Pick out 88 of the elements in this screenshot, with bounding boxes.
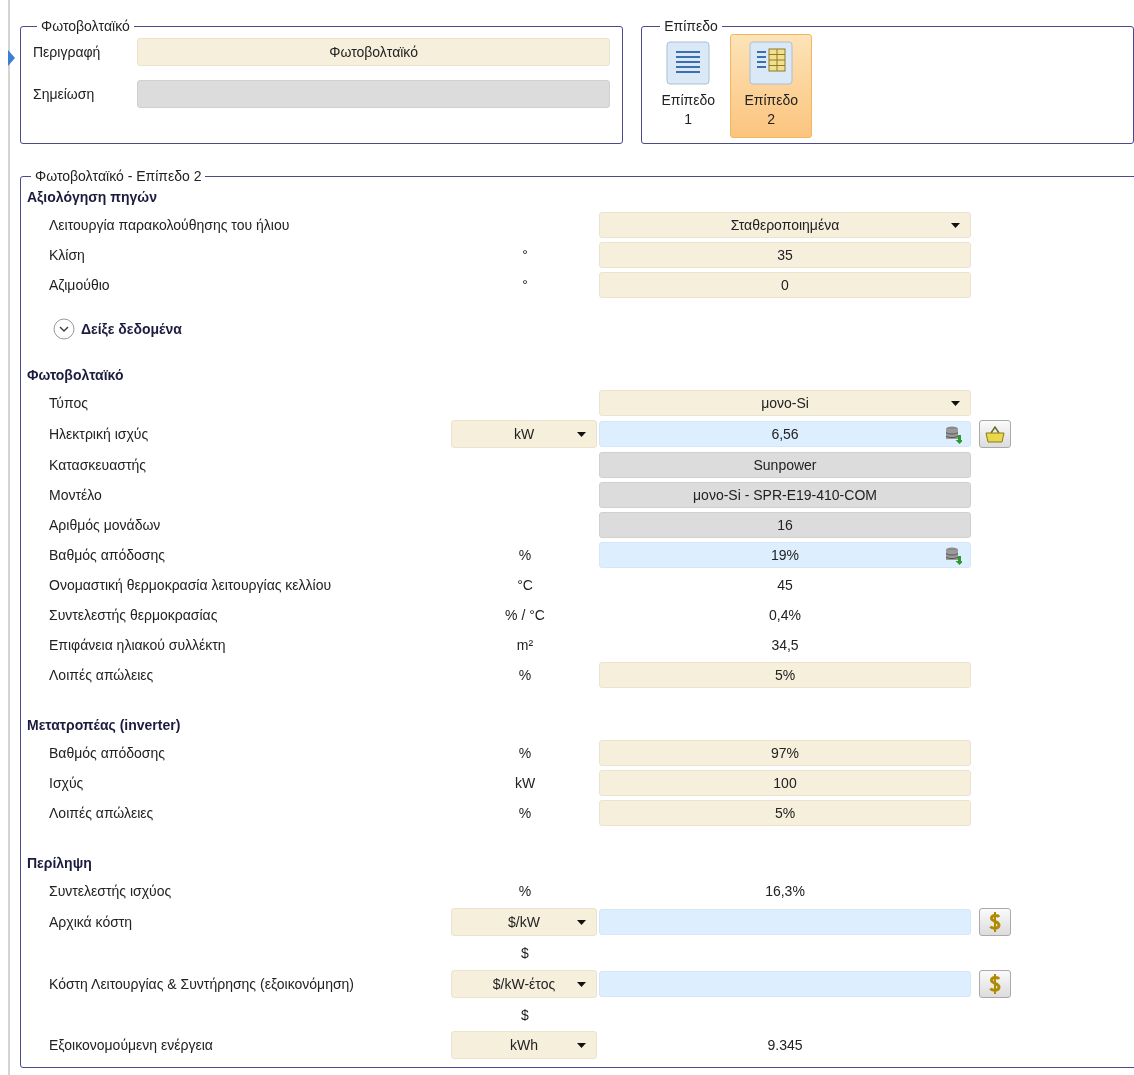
field-label: Ονομαστική θερμοκρασία λειτουργίας κελλίου (49, 577, 333, 593)
unit-dropdown[interactable]: $/kW (451, 908, 597, 936)
field-label: Περιγραφή (33, 44, 102, 60)
unit-text: kW (513, 775, 537, 791)
unit-text: % (517, 667, 533, 683)
field-label: Κλίση (49, 247, 86, 263)
description-field[interactable]: Φωτοβολταϊκό (137, 38, 611, 66)
field-label: Συντελεστής θερμοκρασίας (49, 607, 219, 623)
group-title: Φωτοβολταϊκό - Επίπεδο 2 (34, 168, 203, 184)
unit-dropdown[interactable]: kW (451, 420, 597, 448)
field-label: Λειτουργία παρακολούθησης του ήλιου (49, 217, 291, 233)
field-label: Τύπος (49, 395, 89, 411)
unit-text: °C (516, 577, 534, 593)
value-text: 34,5 (770, 637, 800, 653)
cost-button[interactable] (979, 970, 1011, 998)
dollar-icon (988, 911, 1002, 933)
input-field[interactable]: 6,56 (599, 421, 971, 447)
section-title: Φωτοβολταϊκό (27, 366, 125, 385)
input-field[interactable]: 97% (599, 740, 971, 766)
input-field[interactable]: 5% (599, 800, 971, 826)
field-label: Βαθμός απόδοσης (49, 745, 166, 761)
value-text: 0,4% (768, 607, 802, 623)
dropdown[interactable]: μονο-Si (599, 390, 971, 416)
input-field[interactable]: 0 (599, 272, 971, 298)
section-title: Περίληψη (27, 854, 93, 873)
database-icon (946, 426, 962, 444)
field-label: Αζιμούθιο (49, 277, 111, 293)
unit-dropdown[interactable]: kWh (451, 1031, 597, 1059)
input-field[interactable]: 100 (599, 770, 971, 796)
input-field[interactable]: 5% (599, 662, 971, 688)
unit-text: m² (515, 637, 535, 653)
value-text: 16,3% (764, 883, 806, 899)
field-label: Λοιπές απώλειες (49, 805, 155, 821)
database-icon (946, 547, 962, 565)
list-icon (666, 41, 711, 85)
level-button[interactable]: Επίπεδο 2 (730, 34, 813, 138)
unit-text: % / °C (504, 607, 546, 623)
field-label: Ηλεκτρική ισχύς (49, 426, 150, 442)
field-label: Ισχύς (49, 775, 85, 791)
input-field[interactable] (599, 971, 971, 997)
caret-icon (951, 401, 960, 406)
unit-text: ° (521, 247, 529, 263)
value-text: 9.345 (766, 1037, 804, 1053)
field-label: Σημείωση (33, 86, 96, 102)
unit-text: $ (520, 1007, 530, 1023)
group-title: Επίπεδο (663, 18, 719, 34)
unit-text: % (517, 745, 533, 761)
field-label: Βαθμός απόδοσης (49, 547, 166, 563)
basket-button[interactable] (979, 420, 1011, 448)
dropdown[interactable]: Σταθεροποιημένα (599, 212, 971, 238)
unit-text: $ (520, 945, 530, 961)
field-label: Κατασκευαστής (49, 457, 148, 473)
field-label: Αρχικά κόστη (49, 914, 134, 930)
level-button[interactable]: Επίπεδο 1 (656, 34, 721, 138)
readonly-field: 16 (599, 512, 971, 538)
group-title: Φωτοβολταϊκό (40, 18, 131, 34)
unit-text: % (517, 805, 533, 821)
show-data-toggle[interactable]: Δείξε δεδομένα (53, 318, 182, 340)
readonly-field: μονο-Si - SPR-E19-410-COM (599, 482, 971, 508)
cost-button[interactable] (979, 908, 1011, 936)
caret-icon (577, 920, 586, 925)
field-label: Επιφάνεια ηλιακού συλλέκτη (49, 637, 227, 653)
field-label: Συντελεστής ισχύος (49, 883, 173, 899)
unit-dropdown[interactable]: $/kW-έτος (451, 970, 597, 998)
input-field[interactable]: 35 (599, 242, 971, 268)
unit-text: % (517, 547, 533, 563)
caret-icon (577, 432, 586, 437)
unit-text: ° (521, 277, 529, 293)
caret-icon (577, 982, 586, 987)
section-title: Αξιολόγηση πηγών (27, 188, 158, 207)
input-field[interactable] (599, 909, 971, 935)
field-label: Κόστη Λειτουργίας & Συντήρησης (εξοικονόμηση) (49, 976, 355, 992)
value-text: 45 (776, 577, 794, 593)
field-label: Μοντέλο (49, 487, 103, 503)
dollar-icon (988, 973, 1002, 995)
field-label: Αριθμός μονάδων (49, 517, 162, 533)
table-icon (749, 41, 794, 85)
caret-icon (951, 223, 960, 228)
caret-icon (577, 1043, 586, 1048)
unit-text: % (517, 883, 533, 899)
section-title: Μετατροπέας (inverter) (27, 716, 182, 735)
field-label: Εξοικονομούμενη ενέργεια (49, 1037, 214, 1053)
readonly-field: Sunpower (599, 452, 971, 478)
input-field[interactable]: 19% (599, 542, 971, 568)
chevron-icon (53, 318, 75, 340)
field-label: Λοιπές απώλειες (49, 667, 155, 683)
expand-tab-icon[interactable] (8, 50, 15, 66)
basket-icon (985, 425, 1005, 443)
